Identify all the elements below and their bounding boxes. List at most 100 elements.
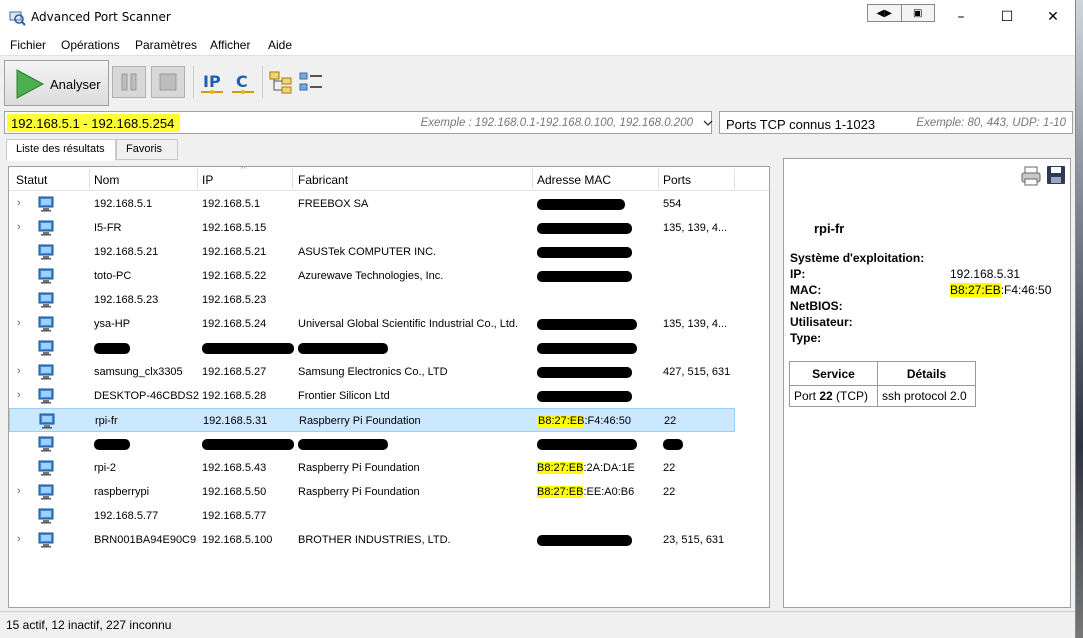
redacted-mac xyxy=(537,318,637,330)
expand-chevron-icon[interactable]: › xyxy=(17,197,21,209)
table-row[interactable]: › ysa-HP 192.168.5.24 Universal Global Scie… xyxy=(9,312,735,336)
expand-all-icon[interactable] xyxy=(268,68,294,96)
redacted-mac xyxy=(537,390,632,402)
tab-results[interactable]: Liste des résultats xyxy=(6,139,116,161)
table-row[interactable]: toto-PC 192.168.5.22 Azurewave Technologie… xyxy=(9,264,735,288)
host-status-icon xyxy=(38,364,54,380)
menu-operations[interactable]: Opérations xyxy=(61,38,120,52)
scan-button[interactable]: Analyser xyxy=(4,60,109,106)
column-header-mac[interactable]: Adresse MAC xyxy=(537,173,611,187)
table-row[interactable]: rpi-fr 192.168.5.31 Raspberry Pi Foundatio… xyxy=(9,408,735,432)
details-ip-label: IP: xyxy=(790,267,806,281)
redacted-cell xyxy=(94,438,130,450)
host-status-icon xyxy=(38,436,54,452)
cell-ip: 192.168.5.100 xyxy=(202,534,273,546)
cell-ports: 135, 139, 4... xyxy=(663,222,728,234)
host-status-icon xyxy=(38,340,54,356)
expand-chevron-icon[interactable]: › xyxy=(17,389,21,401)
table-row[interactable]: 192.168.5.23 192.168.5.23 xyxy=(9,288,735,312)
table-row[interactable] xyxy=(9,432,735,456)
expand-chevron-icon[interactable]: › xyxy=(17,533,21,545)
column-header-ports[interactable]: Ports xyxy=(663,173,691,187)
table-row[interactable]: › samsung_clx3305 192.168.5.27 Samsung Elec… xyxy=(9,360,735,384)
ip-class-icon[interactable]: IP xyxy=(199,68,225,96)
header-divider xyxy=(197,169,198,189)
save-icon[interactable] xyxy=(1046,165,1066,185)
cell-vendor: FREEBOX SA xyxy=(298,198,369,210)
service-port-prefix: Port xyxy=(794,389,820,403)
collapse-all-icon[interactable] xyxy=(298,68,324,96)
details-os-label: Système d'exploitation: xyxy=(790,251,925,265)
cell-name: raspberrypi xyxy=(94,486,150,498)
tab-favorites[interactable]: Favoris xyxy=(116,139,178,160)
table-row[interactable]: › BRN001BA94E90C9 192.168.5.100 BROTHER IND… xyxy=(9,528,735,552)
menu-fichier[interactable]: Fichier xyxy=(10,38,46,52)
play-icon xyxy=(16,69,45,99)
menu-aide[interactable]: Aide xyxy=(268,38,292,52)
table-row[interactable]: 192.168.5.21 192.168.5.21 ASUSTek COMPUTER… xyxy=(9,240,735,264)
cell-mac: B8:27:EB:F4:46:50 xyxy=(538,415,631,427)
c-subnet-icon[interactable]: C xyxy=(230,68,256,96)
table-header: ^ Statut Nom IP Fabricant Adresse MAC Po… xyxy=(9,167,769,191)
redacted-cell xyxy=(663,438,683,450)
details-user-label: Utilisateur: xyxy=(790,315,853,329)
table-row[interactable]: › DESKTOP-46CBDS2 192.168.5.28 Frontier Sil… xyxy=(9,384,735,408)
collapse-panel-icon[interactable]: ◀▶ xyxy=(868,5,901,21)
redacted-cell xyxy=(537,438,637,450)
column-header-status[interactable]: Statut xyxy=(16,173,47,187)
cell-ports: 22 xyxy=(663,486,676,498)
expand-chevron-icon[interactable]: › xyxy=(17,365,21,377)
status-bar: 15 actif, 12 inactif, 227 inconnu xyxy=(0,611,1075,638)
maximize-button[interactable]: ☐ xyxy=(984,2,1030,32)
svg-text:C: C xyxy=(236,72,248,91)
close-button[interactable]: ✕ xyxy=(1030,2,1075,32)
mac-prefix-highlight: B8:27:EB xyxy=(950,283,1001,297)
table-row[interactable]: › 192.168.5.1 192.168.5.1 FREEBOX SA 554 xyxy=(9,192,735,216)
column-header-ip[interactable]: IP xyxy=(202,173,213,187)
cell-ports: 23, 515, 631 xyxy=(663,534,725,546)
service-detail-cell[interactable]: ssh protocol 2.0 xyxy=(877,385,976,407)
table-row[interactable]: rpi-2 192.168.5.43 Raspberry Pi Foundation… xyxy=(9,456,735,480)
header-divider xyxy=(532,169,533,189)
cell-ports: 22 xyxy=(663,462,676,474)
column-header-name[interactable]: Nom xyxy=(94,173,119,187)
menu-parametres[interactable]: Paramètres xyxy=(135,38,197,52)
column-header-vendor[interactable]: Fabricant xyxy=(298,173,348,187)
table-row[interactable] xyxy=(9,336,735,360)
cell-ports: 135, 139, 4... xyxy=(663,318,728,330)
ip-range-input[interactable]: 192.168.5.1 - 192.168.5.254 Exemple : 19… xyxy=(4,111,712,134)
results-table[interactable]: ^ Statut Nom IP Fabricant Adresse MAC Po… xyxy=(8,166,770,608)
app-icon xyxy=(9,11,26,26)
host-status-icon xyxy=(38,244,54,260)
print-icon[interactable] xyxy=(1020,165,1042,187)
pause-button[interactable] xyxy=(112,66,146,98)
redacted-cell xyxy=(298,342,388,354)
table-row[interactable]: 192.168.5.77 192.168.5.77 xyxy=(9,504,735,528)
expand-chevron-icon[interactable]: › xyxy=(17,485,21,497)
table-row[interactable]: › raspberrypi 192.168.5.50 Raspberry Pi Fou… xyxy=(9,480,735,504)
cell-ip: 192.168.5.43 xyxy=(202,462,267,474)
stop-icon xyxy=(159,73,177,91)
ip-range-value: 192.168.5.1 - 192.168.5.254 xyxy=(7,114,181,132)
stop-button[interactable] xyxy=(151,66,185,98)
expand-chevron-icon[interactable]: › xyxy=(17,317,21,329)
restore-panel-icon[interactable]: ▣ xyxy=(900,5,935,21)
app-window: Advanced Port Scanner ◀▶ ▣ – ☐ ✕ Fichier… xyxy=(0,0,1076,638)
redacted-mac xyxy=(537,270,632,282)
service-cell[interactable]: Port 22 (TCP) xyxy=(789,385,878,407)
expand-chevron-icon[interactable]: › xyxy=(17,221,21,233)
details-type-label: Type: xyxy=(790,331,822,345)
cell-vendor: Azurewave Technologies, Inc. xyxy=(298,270,444,282)
toolbar-separator xyxy=(193,66,194,98)
menu-afficher[interactable]: Afficher xyxy=(210,38,250,52)
table-row[interactable]: › I5-FR 192.168.5.15 135, 139, 4... xyxy=(9,216,735,240)
cell-ip: 192.168.5.24 xyxy=(202,318,267,330)
chevron-down-icon[interactable] xyxy=(699,111,717,134)
ports-input[interactable]: Ports TCP connus 1-1023 Exemple: 80, 443… xyxy=(719,111,1073,134)
minimize-button[interactable]: – xyxy=(938,2,984,32)
host-status-icon xyxy=(38,388,54,404)
cell-name: 192.168.5.21 xyxy=(94,246,159,258)
redacted-mac xyxy=(537,222,632,234)
cell-name: rpi-fr xyxy=(95,415,118,427)
service-header: Service xyxy=(789,361,878,386)
